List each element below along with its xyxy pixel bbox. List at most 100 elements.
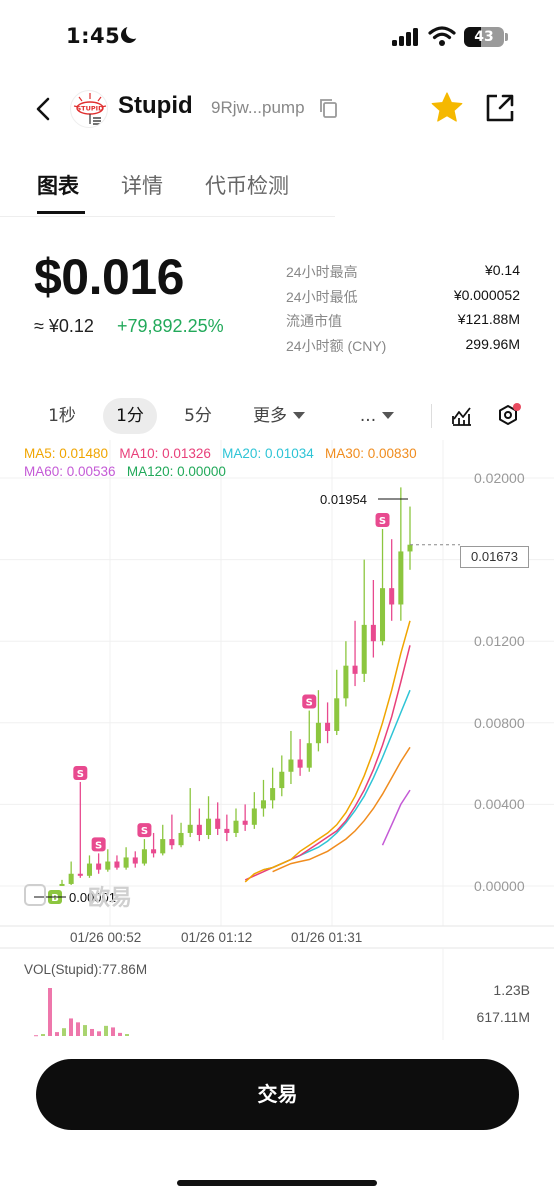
candle-body — [370, 624, 376, 642]
copy-icon[interactable] — [318, 97, 340, 119]
sell-marker-label: S — [379, 516, 386, 527]
time-axis-label: 01/26 01:12 — [181, 930, 253, 945]
candle-body — [187, 824, 193, 833]
buy-marker-label: B — [51, 893, 59, 904]
home-indicator — [177, 1180, 377, 1186]
interval-1s[interactable]: 1秒 — [38, 398, 86, 434]
y-axis-label: 0.00000 — [474, 878, 525, 894]
current-price: $0.016 — [34, 249, 184, 305]
interval-1m[interactable]: 1分 — [103, 398, 157, 434]
stat-label: 24小时额 (CNY) — [286, 337, 387, 354]
stat-label: 流通市值 — [286, 313, 342, 329]
candle-body — [380, 588, 386, 642]
token-logo: STUPID — [70, 90, 108, 128]
stat-value: ¥0.000052 — [453, 286, 520, 303]
tabs-divider — [0, 216, 335, 217]
interval-more-dropdown[interactable]: 更多 — [244, 398, 314, 434]
stat-value: ¥0.14 — [484, 262, 520, 278]
volume-bar — [104, 1025, 108, 1036]
tab-token-check[interactable]: 代币检测 — [205, 170, 289, 200]
candle-body — [141, 849, 147, 864]
chevron-down-icon — [382, 412, 395, 419]
stats-panel: 24小时最高 ¥0.14 24小时最低 ¥0.000052 流通市值 ¥121.… — [286, 262, 520, 360]
candle-body — [288, 759, 294, 772]
high-marker-label: 0.01954 — [320, 492, 367, 507]
chart-type-dropdown[interactable]: ... — [352, 398, 402, 434]
ma-legend-row-2: MA60: 0.00536 MA120: 0.00000 — [24, 464, 226, 479]
candle-body — [68, 873, 74, 884]
interval-divider — [431, 404, 432, 428]
token-name: Stupid — [118, 92, 193, 119]
token-logo-art: STUPID — [73, 93, 107, 125]
tab-chart[interactable]: 图表 — [37, 170, 79, 200]
back-button[interactable] — [30, 92, 58, 126]
volume-bar — [55, 1032, 59, 1036]
candle-body — [233, 820, 239, 833]
chart-type-label: ... — [359, 406, 377, 426]
sell-marker-label: S — [77, 769, 84, 780]
battery-icon: 43 — [464, 27, 504, 47]
stat-row: 流通市值 ¥121.88M — [286, 311, 520, 336]
ma60-legend: MA60: 0.00536 — [24, 464, 116, 479]
moon-icon — [121, 24, 141, 43]
ma10-line — [244, 645, 411, 881]
candle-body — [306, 743, 312, 768]
candle-body — [86, 863, 92, 876]
ma30-legend: MA30: 0.00830 — [325, 446, 417, 461]
volume-axis-label: 617.11M — [476, 1009, 530, 1025]
candle-body — [206, 818, 212, 835]
watermark: 欧易 — [88, 886, 133, 911]
candle-body — [132, 857, 138, 864]
active-tab-indicator — [37, 211, 85, 214]
chart-settings-icon[interactable] — [494, 402, 522, 430]
logo-text: STUPID — [77, 105, 105, 113]
favorite-star-icon[interactable] — [430, 91, 464, 125]
candle-body — [361, 624, 367, 674]
candle-body — [59, 883, 65, 886]
current-price-tag: 0.01673 — [460, 546, 529, 568]
candle-body — [398, 551, 404, 605]
y-axis-label: 0.00400 — [474, 796, 525, 812]
status-time: 1:45 — [66, 24, 121, 48]
ma10-legend: MA10: 0.01326 — [119, 446, 211, 461]
indicator-icon[interactable] — [450, 404, 474, 428]
volume-bar — [111, 1027, 115, 1036]
candle-body — [343, 665, 349, 699]
volume-bar — [34, 1035, 38, 1037]
ma-legend-row-1: MA5: 0.01480 MA10: 0.01326 MA20: 0.01034… — [24, 446, 417, 461]
trade-button[interactable]: 交易 — [36, 1059, 519, 1130]
price-cny: ≈ ¥0.12 — [34, 316, 94, 336]
sell-marker-label: S — [306, 698, 313, 709]
candle-body — [297, 759, 303, 768]
candle-body — [334, 698, 340, 731]
candle-body — [114, 861, 120, 868]
volume-bar — [118, 1032, 122, 1036]
ma5-legend: MA5: 0.01480 — [24, 446, 109, 461]
stat-row: 24小时最低 ¥0.000052 — [286, 287, 520, 312]
candle-body — [178, 832, 184, 846]
time-axis-label: 01/26 01:31 — [291, 930, 363, 945]
stat-label: 24小时最低 — [286, 288, 358, 305]
candle-body — [389, 588, 395, 605]
y-axis-label: 0.00800 — [474, 715, 525, 731]
sell-marker-label: S — [95, 840, 102, 851]
y-axis-label: 0.01200 — [474, 633, 525, 649]
candle-body — [251, 808, 257, 825]
candle-body — [224, 828, 230, 833]
content-tabs: 图表 详情 代币检测 — [0, 158, 554, 218]
candle-body — [169, 839, 175, 846]
candle-body — [123, 857, 129, 868]
candle-body — [196, 824, 202, 835]
candle-body — [315, 722, 321, 744]
price-change: +79,892.25% — [117, 316, 224, 336]
stat-value: ¥121.88M — [457, 311, 520, 327]
interval-5m[interactable]: 5分 — [174, 398, 222, 434]
status-bar: 1:45 43 — [0, 0, 554, 78]
volume-bar — [62, 1028, 66, 1036]
share-icon[interactable] — [484, 92, 516, 124]
candle-body — [96, 863, 102, 870]
price-chart[interactable]: S S S S S B — [0, 440, 554, 1040]
volume-bar — [69, 1018, 73, 1036]
y-axis-label: 0.02000 — [474, 470, 525, 486]
tab-details[interactable]: 详情 — [121, 170, 163, 200]
